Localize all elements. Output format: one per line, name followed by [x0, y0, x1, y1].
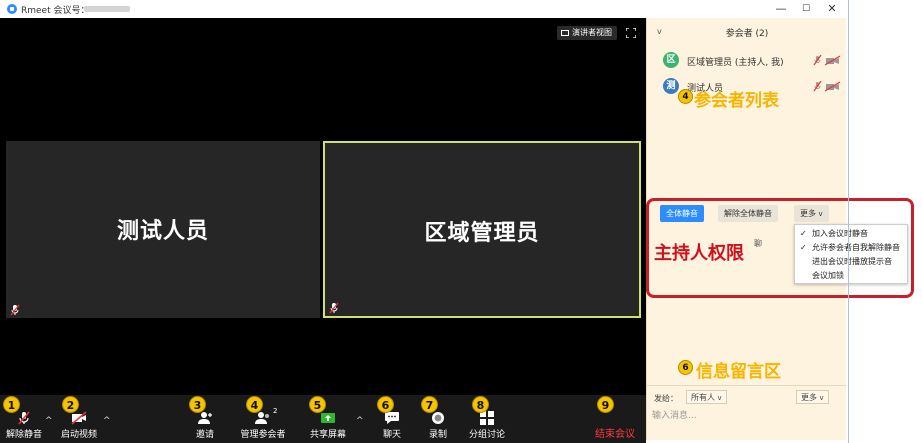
participant-name: 区域管理员 (主持人, 我): [687, 58, 784, 68]
maximize-button[interactable]: ☐: [796, 2, 816, 16]
participant-count: 2: [273, 407, 278, 415]
mic-video-muted-icon: [813, 55, 841, 66]
mic-video-muted-icon: [813, 81, 841, 92]
video-tile-active[interactable]: 区域管理员: [323, 141, 641, 318]
window-title: Rmeet 会议号：: [21, 6, 90, 16]
invite-icon: [198, 412, 212, 424]
manage-participants-label: 管理参会者: [240, 430, 286, 440]
annotation-badge: 4: [678, 89, 693, 104]
recipient-value: 所有人: [691, 393, 715, 402]
share-screen-label: 共享屏幕: [309, 430, 346, 440]
avatar: 区: [663, 52, 679, 68]
annotation-badge: 5: [309, 396, 326, 413]
chat-footer: 发给： 所有人 v 更多 v: [646, 385, 846, 440]
window-edge: [848, 0, 849, 443]
video-tile[interactable]: 测试人员: [6, 141, 320, 318]
chevron-down-icon: v: [717, 394, 722, 402]
annotation-badge: 2: [62, 396, 79, 413]
tile-participant-name: 测试人员: [116, 219, 209, 244]
annotation-badge: 9: [597, 396, 614, 413]
chat-more-label: 更多: [801, 393, 817, 402]
annotation-badge: 4: [246, 396, 263, 413]
avatar: 测: [663, 78, 679, 94]
speaker-view-label: 演讲者视图: [572, 28, 612, 37]
send-to-label: 发给：: [654, 394, 678, 403]
end-meeting-label: 结束会议: [595, 429, 635, 440]
annotation-badge: 7: [421, 396, 438, 413]
minimize-button[interactable]: —: [771, 2, 791, 16]
speaker-view-button[interactable]: 演讲者视图: [557, 26, 617, 40]
meeting-id-redacted: [84, 6, 130, 12]
mic-muted-icon: [10, 304, 20, 316]
chat-message-input[interactable]: [652, 408, 838, 424]
annotation-badge: 1: [3, 396, 20, 413]
record-icon: [432, 412, 444, 424]
invite-label: 邀请: [195, 430, 214, 440]
participants-list-annotation: 参会者列表: [694, 91, 779, 111]
close-button[interactable]: ✕: [822, 2, 842, 16]
unmute-label: 解除静音: [5, 430, 42, 440]
annotation-badge: 3: [189, 396, 206, 413]
tile-participant-name: 区域管理员: [424, 221, 540, 246]
participants-header: 参会者 (2): [725, 29, 769, 39]
app-logo-icon: [7, 4, 17, 14]
chevron-up-icon[interactable]: ^: [356, 417, 364, 426]
annotation-badge: 8: [472, 396, 489, 413]
record-label: 录制: [428, 430, 447, 440]
chat-label: 聊天: [382, 430, 401, 440]
annotation-badge: 6: [377, 396, 394, 413]
grid-view-icon: [561, 30, 569, 36]
title-bar: Rmeet 会议号： — ☐ ✕: [0, 0, 848, 18]
chat-area-annotation: 信息留言区: [696, 362, 781, 382]
participants-icon: [255, 412, 269, 424]
chat-more-button[interactable]: 更多 v: [796, 390, 829, 404]
participant-row[interactable]: 区 区域管理员 (主持人, 我): [663, 52, 843, 70]
mic-muted-icon: [18, 411, 30, 425]
chevron-down-icon: v: [819, 394, 824, 402]
video-off-icon: [71, 411, 87, 425]
mic-muted-icon: [329, 302, 339, 314]
start-video-label: 启动视频: [60, 430, 97, 440]
fullscreen-icon[interactable]: [625, 27, 637, 39]
host-permissions-highlight: [646, 198, 914, 298]
chevron-up-icon[interactable]: ^: [45, 417, 53, 426]
chevron-up-icon[interactable]: ^: [103, 417, 111, 426]
share-screen-icon: [321, 413, 335, 423]
meeting-toolbar: 解除静音 ^ 启动视频 ^ 邀请 2 管理参会者 共享屏幕 ^ 聊天 录制 分组…: [0, 395, 646, 443]
recipient-select[interactable]: 所有人 v: [686, 390, 727, 404]
video-area: 演讲者视图 测试人员 区域管理员: [0, 18, 646, 395]
breakout-rooms-label: 分组讨论: [468, 430, 505, 440]
annotation-badge: 6: [678, 360, 693, 375]
